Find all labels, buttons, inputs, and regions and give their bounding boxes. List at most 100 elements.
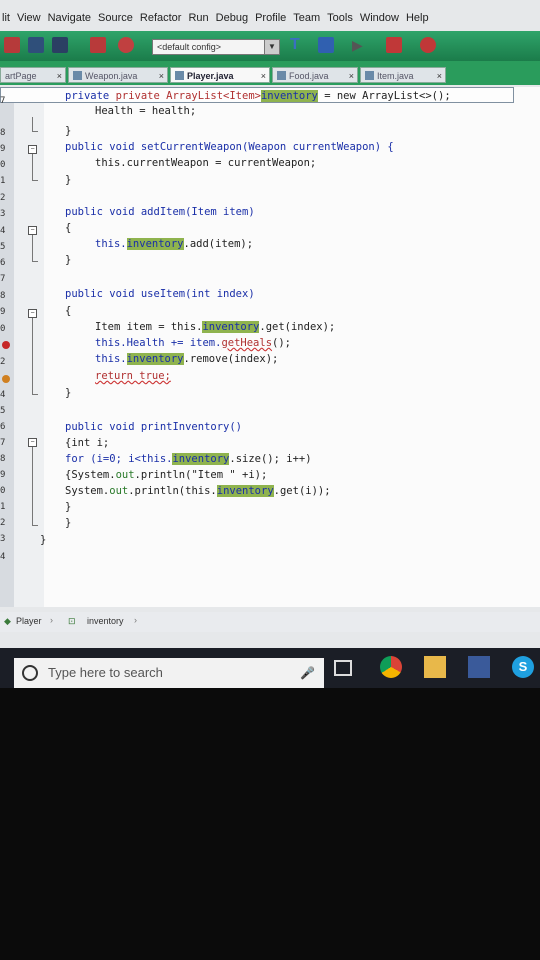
menu-run[interactable]: Run xyxy=(188,12,208,24)
code-line: } xyxy=(65,387,72,399)
line-number: 6 xyxy=(0,258,6,268)
skype-icon[interactable]: S xyxy=(512,656,534,678)
screen: lit View Navigate Source Refactor Run De… xyxy=(0,0,540,688)
code-line: public void useItem(int index) xyxy=(65,288,255,300)
code-line: {int i; xyxy=(65,437,110,449)
code-line: } xyxy=(65,125,72,137)
tab-label: artPage xyxy=(5,71,37,81)
chevron-right-icon: › xyxy=(50,615,53,625)
line-number: 3 xyxy=(0,209,6,219)
tab-label: Food.java xyxy=(289,71,329,81)
menu-source[interactable]: Source xyxy=(98,12,133,24)
microphone-icon[interactable]: 🎤 xyxy=(300,666,315,680)
open-project-icon[interactable] xyxy=(28,37,44,53)
line-number: 2 xyxy=(0,193,6,203)
code-line: this.inventory.add(item); xyxy=(95,238,254,250)
menu-navigate[interactable]: Navigate xyxy=(48,12,91,24)
line-number: 2 xyxy=(0,357,6,367)
code-line: { xyxy=(65,305,72,317)
java-file-icon xyxy=(365,71,374,80)
breadcrumb-class[interactable]: Player xyxy=(16,616,42,626)
close-icon[interactable]: × xyxy=(349,68,354,82)
code-editor[interactable]: 7 8 9 0 1 2 3 4 5 6 7 8 9 0 2 4 5 6 7 8 … xyxy=(0,87,540,607)
chevron-right-icon: › xyxy=(134,615,137,625)
code-line: public void printInventory() xyxy=(65,421,243,433)
tab-startpage[interactable]: artPage × xyxy=(0,67,66,83)
code-line: } xyxy=(40,534,47,546)
menu-tools[interactable]: Tools xyxy=(327,12,353,24)
breadcrumb-member[interactable]: inventory xyxy=(87,616,124,626)
tab-label: Weapon.java xyxy=(85,71,138,81)
undo-icon[interactable] xyxy=(90,37,106,53)
warning-icon[interactable] xyxy=(2,375,10,383)
code-line: { xyxy=(65,222,72,234)
java-file-icon xyxy=(175,71,184,80)
profile-icon[interactable] xyxy=(420,37,436,53)
task-view-icon[interactable] xyxy=(334,660,352,676)
line-number: 4 xyxy=(0,226,6,236)
search-input[interactable]: Type here to search 🎤 xyxy=(14,658,324,688)
redo-icon[interactable] xyxy=(118,37,134,53)
close-icon[interactable]: × xyxy=(57,68,62,82)
chrome-icon[interactable] xyxy=(380,656,402,678)
fold-toggle[interactable]: − xyxy=(28,438,37,447)
menu-window[interactable]: Window xyxy=(360,12,399,24)
code-line: } xyxy=(65,174,72,186)
error-icon[interactable] xyxy=(2,341,10,349)
menu-help[interactable]: Help xyxy=(406,12,429,24)
tab-item[interactable]: Item.java × xyxy=(360,67,446,83)
code-line: return true; xyxy=(95,370,171,382)
close-icon[interactable]: × xyxy=(159,68,164,82)
code-line: for (i=0; i<this.inventory.size(); i++) xyxy=(65,453,312,465)
clean-build-icon[interactable] xyxy=(318,37,334,53)
code-line: public void setCurrentWeapon(Weapon curr… xyxy=(65,141,394,153)
debug-icon[interactable] xyxy=(386,37,402,53)
config-select[interactable]: <default config> xyxy=(152,39,266,55)
fold-toggle[interactable]: − xyxy=(28,309,37,318)
line-number: 9 xyxy=(0,470,6,480)
line-number: 4 xyxy=(0,390,6,400)
cortana-icon xyxy=(22,665,38,681)
code-line: private private ArrayList<Item>inventory… xyxy=(65,90,451,102)
close-icon[interactable]: × xyxy=(261,68,266,82)
menu-debug[interactable]: Debug xyxy=(216,12,248,24)
run-icon[interactable]: ▶ xyxy=(352,37,368,53)
line-number: 8 xyxy=(0,128,6,138)
tab-weapon[interactable]: Weapon.java × xyxy=(68,67,168,83)
chevron-down-icon[interactable]: ▼ xyxy=(264,39,280,55)
line-number: 9 xyxy=(0,307,6,317)
save-all-icon[interactable] xyxy=(52,37,68,53)
code-line: this.Health += item.getHeals(); xyxy=(95,337,291,349)
tab-label: Player.java xyxy=(187,71,234,81)
fold-toggle[interactable]: − xyxy=(28,145,37,154)
code-line: Health = health; xyxy=(95,105,197,117)
store-icon[interactable] xyxy=(468,656,490,678)
new-project-icon[interactable] xyxy=(4,37,20,53)
fold-toggle[interactable]: − xyxy=(28,226,37,235)
code-line: } xyxy=(65,254,72,266)
code-line: Item item = this.inventory.get(index); xyxy=(95,321,336,333)
line-number: 6 xyxy=(0,422,6,432)
fold-column xyxy=(14,87,44,607)
menu-team[interactable]: Team xyxy=(293,12,320,24)
hammer-icon[interactable]: T xyxy=(290,37,306,53)
tab-food[interactable]: Food.java × xyxy=(272,67,358,83)
line-number: 7 xyxy=(0,274,6,284)
line-number: 4 xyxy=(0,552,6,562)
menu-view[interactable]: View xyxy=(17,12,41,24)
menu-refactor[interactable]: Refactor xyxy=(140,12,182,24)
line-number: 5 xyxy=(0,242,6,252)
toolbar: <default config> ▼ T ▶ xyxy=(0,31,540,61)
line-number: 1 xyxy=(0,502,6,512)
line-number: 8 xyxy=(0,291,6,301)
java-file-icon xyxy=(73,71,82,80)
menu-file[interactable]: lit xyxy=(2,12,10,24)
tab-player[interactable]: Player.java × xyxy=(170,67,270,83)
line-number: 0 xyxy=(0,486,6,496)
menu-profile[interactable]: Profile xyxy=(255,12,286,24)
close-icon[interactable]: × xyxy=(437,68,442,82)
code-line: this.currentWeapon = currentWeapon; xyxy=(95,157,317,169)
tab-label: Item.java xyxy=(377,71,414,81)
file-explorer-icon[interactable] xyxy=(424,656,446,678)
breadcrumb: ◆ Player › ⊡ inventory › xyxy=(0,612,540,632)
